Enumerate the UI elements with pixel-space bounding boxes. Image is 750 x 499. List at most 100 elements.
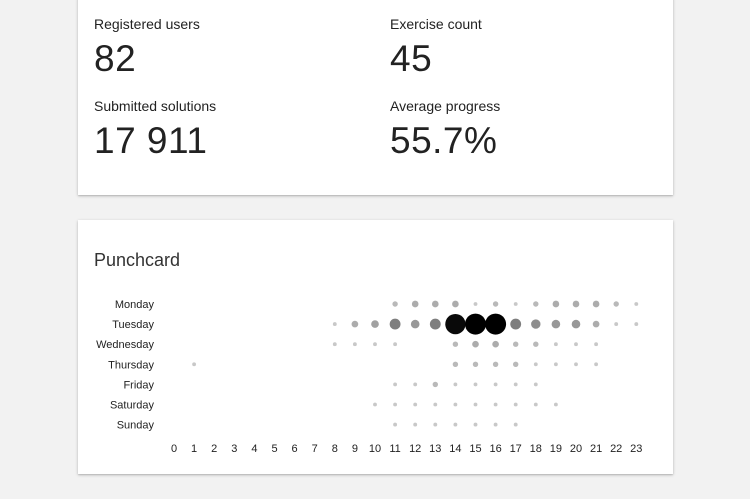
punch-dot-sunday-13 [433, 422, 438, 427]
hour-label-13: 13 [429, 443, 441, 455]
punch-dot-friday-12 [413, 382, 418, 387]
punch-dot-sunday-16 [493, 422, 498, 427]
day-label-tuesday: Tuesday [112, 319, 154, 331]
punch-dot-sunday-14 [453, 422, 458, 427]
hour-label-4: 4 [251, 443, 257, 455]
stat-value: 45 [390, 38, 433, 79]
punch-dot-tuesday-9 [351, 320, 359, 328]
punch-dot-wednesday-21 [594, 342, 599, 347]
punch-dot-tuesday-19 [551, 319, 561, 329]
punch-dot-monday-11 [392, 301, 398, 307]
punch-dot-monday-20 [572, 300, 580, 308]
punchcard-title: Punchcard [94, 250, 181, 270]
stat-label: Registered users [94, 16, 200, 32]
day-label-friday: Friday [123, 379, 154, 391]
punch-dot-monday-12 [411, 300, 419, 308]
punch-dot-saturday-16 [493, 402, 498, 407]
hour-label-22: 22 [610, 443, 622, 455]
stat-label: Exercise count [390, 16, 482, 32]
stat-registered-users: Registered users 82 [94, 16, 200, 80]
punch-dot-thursday-15 [472, 361, 479, 368]
hour-label-11: 11 [389, 443, 400, 455]
punch-dot-wednesday-14 [452, 341, 459, 347]
punch-dot-thursday-20 [574, 362, 578, 367]
hour-label-23: 23 [630, 443, 642, 455]
punch-dot-tuesday-15 [465, 313, 486, 335]
hour-label-12: 12 [409, 443, 421, 455]
punch-dot-tuesday-14 [445, 313, 466, 335]
punch-dot-wednesday-9 [352, 342, 357, 347]
punch-dot-tuesday-21 [592, 320, 600, 328]
hour-label-21: 21 [590, 443, 602, 455]
punch-dot-tuesday-20 [571, 319, 581, 329]
day-label-thursday: Thursday [108, 359, 154, 371]
hour-label-7: 7 [312, 443, 318, 455]
punch-dot-monday-21 [592, 300, 600, 308]
hour-label-17: 17 [510, 443, 522, 455]
punch-dot-tuesday-11 [389, 318, 401, 330]
punch-dot-wednesday-17 [512, 341, 519, 347]
hour-label-8: 8 [332, 443, 338, 455]
hour-label-1: 1 [191, 443, 197, 455]
hour-label-0: 0 [171, 443, 177, 455]
stat-exercise-count: Exercise count 45 [390, 16, 482, 80]
punch-dot-friday-17 [513, 382, 518, 387]
punch-dot-thursday-16 [492, 361, 499, 368]
day-label-saturday: Saturday [110, 400, 155, 412]
punch-dot-tuesday-12 [410, 319, 420, 329]
stat-average-progress: Average progress 55.7% [390, 98, 500, 162]
day-label-wednesday: Wednesday [96, 339, 154, 351]
hour-label-5: 5 [271, 443, 277, 455]
punch-dot-friday-13 [432, 381, 439, 388]
hour-label-19: 19 [550, 443, 562, 455]
stat-submitted-solutions: Submitted solutions 17 911 [94, 98, 216, 162]
stat-label: Submitted solutions [94, 98, 217, 114]
punch-dot-sunday-17 [513, 422, 518, 427]
punch-dot-tuesday-8 [332, 322, 337, 327]
punch-dot-tuesday-18 [531, 319, 541, 329]
punch-dot-sunday-12 [413, 422, 418, 427]
punch-dot-monday-13 [431, 300, 439, 308]
punch-dot-friday-11 [393, 382, 398, 387]
punch-dot-tuesday-10 [371, 320, 379, 328]
stat-value: 55.7% [390, 120, 498, 161]
hour-label-3: 3 [231, 443, 237, 455]
punch-dot-friday-14 [453, 382, 458, 387]
punch-dot-sunday-11 [393, 422, 398, 427]
punch-dot-wednesday-8 [332, 342, 337, 347]
punch-dot-wednesday-20 [574, 342, 578, 347]
punch-dot-saturday-19 [553, 402, 558, 407]
punch-dot-wednesday-19 [553, 342, 558, 347]
punch-dot-thursday-14 [452, 361, 459, 368]
punch-dot-wednesday-18 [533, 341, 539, 347]
punch-dot-saturday-18 [533, 402, 538, 407]
punch-dot-tuesday-16 [485, 313, 507, 335]
stat-label: Average progress [390, 98, 501, 114]
stat-value: 17 911 [94, 120, 208, 161]
hour-label-2: 2 [211, 443, 217, 455]
hour-label-18: 18 [530, 443, 542, 455]
punch-dot-monday-17 [513, 302, 518, 306]
punch-dot-saturday-13 [433, 402, 438, 407]
punch-dot-friday-18 [533, 382, 538, 387]
punch-dot-saturday-12 [413, 402, 418, 407]
hour-label-15: 15 [469, 443, 481, 455]
punch-dot-monday-22 [613, 301, 619, 307]
hour-label-14: 14 [449, 443, 461, 455]
punch-dot-tuesday-13 [429, 318, 441, 330]
stats-card: Registered users 82 Exercise count 45 Su… [78, 0, 673, 195]
punch-dot-monday-23 [634, 302, 639, 306]
punch-dot-monday-16 [492, 301, 499, 307]
punch-dot-saturday-14 [453, 402, 458, 407]
punchcard-card: Monday Tuesday Wednesday Thursday Friday Satu… [78, 220, 673, 474]
punch-dot-tuesday-23 [634, 322, 639, 327]
punch-dot-wednesday-10 [373, 342, 377, 347]
punch-dot-sunday-15 [473, 422, 478, 427]
punch-dot-monday-14 [452, 300, 459, 308]
day-label-monday: Monday [115, 299, 155, 311]
punch-dot-monday-18 [533, 301, 539, 307]
punch-dot-saturday-17 [513, 402, 518, 407]
punch-dot-friday-15 [473, 382, 478, 387]
punch-dot-wednesday-15 [472, 340, 479, 348]
punch-dot-monday-15 [473, 302, 478, 306]
